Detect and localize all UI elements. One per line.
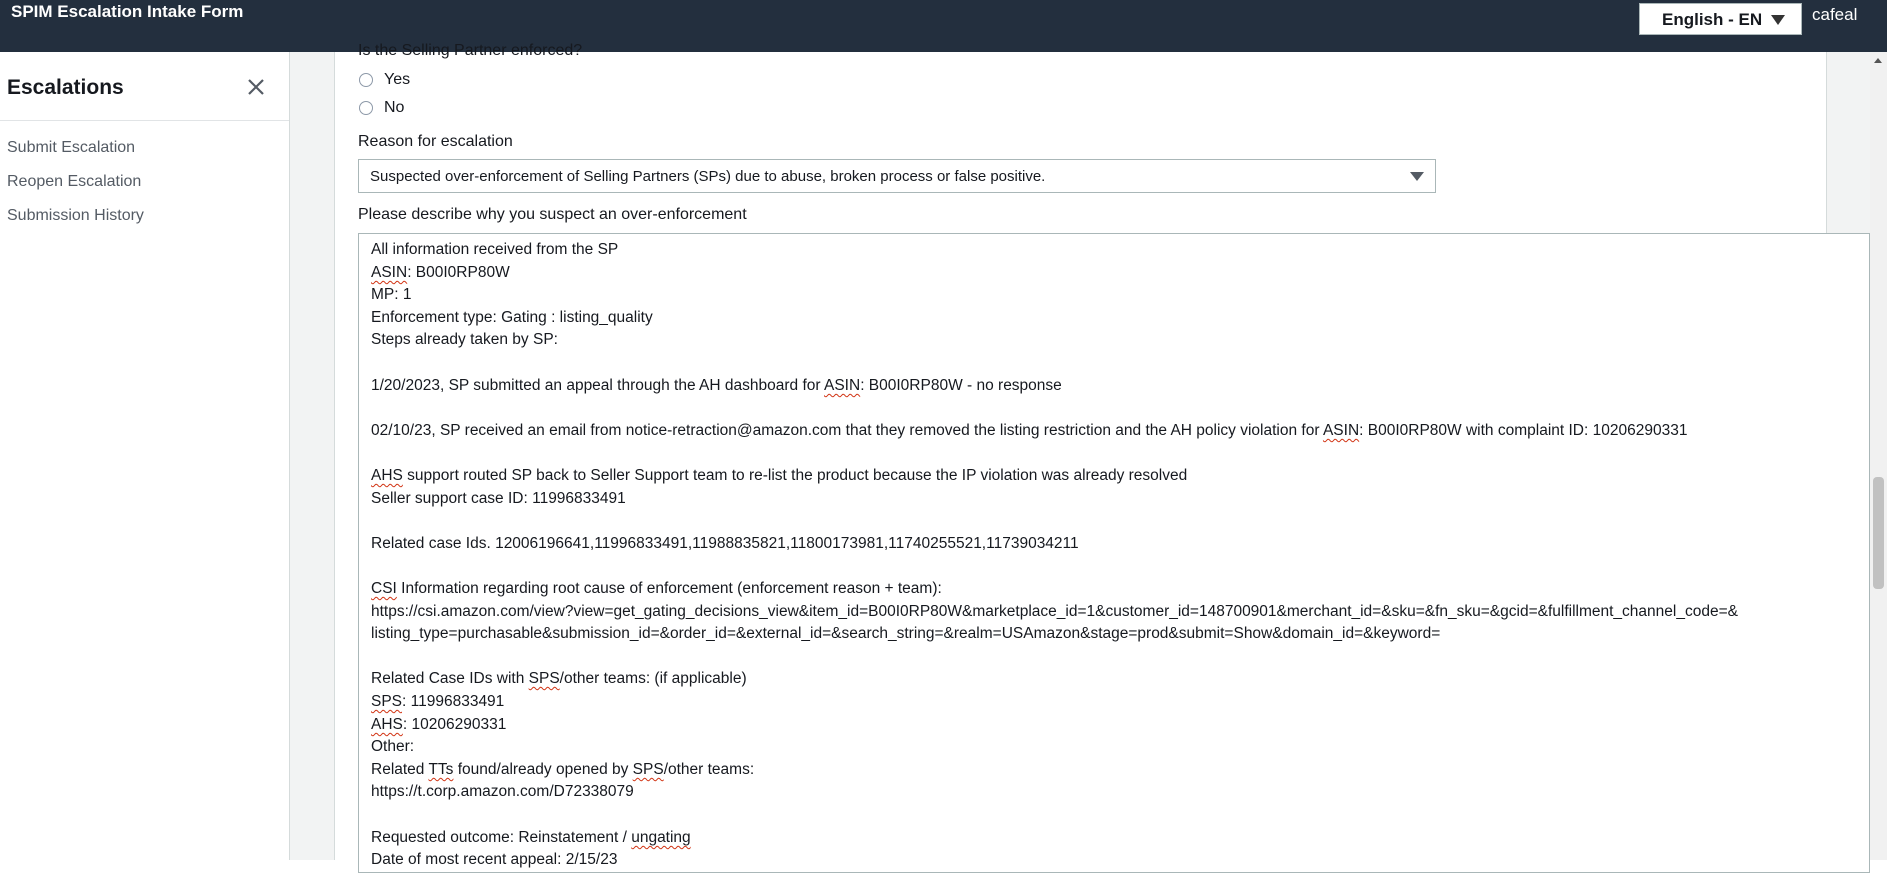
description-line: Requested outcome: Reinstatement / ungat…: [371, 829, 691, 846]
close-icon[interactable]: [245, 76, 267, 98]
spellcheck-word: SPS: [632, 761, 664, 778]
scrollbar-thumb[interactable]: [1873, 477, 1884, 589]
language-select-value: English - EN: [1662, 10, 1763, 29]
description-line: AHS support routed SP back to Seller Sup…: [371, 467, 1188, 484]
description-line: ASIN: B00I0RP80W: [371, 264, 510, 281]
sidebar: Escalations Submit Escalation Reopen Esc…: [0, 52, 290, 860]
description-line: https://t.corp.amazon.com/D72338079: [371, 783, 634, 800]
sidebar-item-submission-history[interactable]: Submission History: [7, 207, 144, 225]
spellcheck-word: ASIN: [1322, 422, 1360, 439]
description-line: 1/20/2023, SP submitted an appeal throug…: [371, 377, 1062, 394]
spellcheck-word: SPS: [528, 670, 560, 687]
spellcheck-word: ungating: [631, 829, 691, 846]
radio-no-label: No: [384, 99, 405, 116]
description-line: Related TTs found/already opened by SPS/…: [371, 761, 755, 778]
description-textarea[interactable]: All information received from the SP ASI…: [358, 233, 1870, 873]
reason-select-value: Suspected over-enforcement of Selling Pa…: [370, 168, 1046, 185]
language-select[interactable]: English - EN: [1639, 3, 1802, 35]
reason-select[interactable]: Suspected over-enforcement of Selling Pa…: [358, 159, 1436, 193]
spellcheck-word: CSI: [371, 580, 397, 597]
description-line: Steps already taken by SP:: [371, 331, 558, 348]
description-line: listing_type=purchasable&submission_id=&…: [371, 625, 1441, 642]
radio-yes-label: Yes: [384, 71, 411, 88]
top-bar: SPIM Escalation Intake Form English - EN…: [0, 0, 1887, 52]
scroll-up-icon[interactable]: [1874, 58, 1882, 63]
sidebar-item-submit-escalation[interactable]: Submit Escalation: [7, 139, 135, 157]
description-line: Related case Ids. 12006196641,1199683349…: [371, 535, 1079, 552]
spellcheck-word: AHS: [371, 467, 403, 484]
sidebar-title: Escalations: [7, 76, 124, 99]
chevron-down-icon: [1771, 15, 1785, 25]
chevron-down-icon: [1410, 172, 1424, 181]
description-line: SPS: 11996833491: [371, 693, 505, 710]
page-scrollbar[interactable]: [1870, 52, 1887, 860]
spellcheck-word: TTs: [428, 761, 454, 778]
description-line: Date of most recent appeal: 2/15/23: [371, 851, 618, 868]
description-line: All information received from the SP: [371, 241, 619, 258]
description-line: Related Case IDs with SPS/other teams: (…: [371, 670, 747, 687]
spellcheck-word: ASIN: [371, 264, 408, 281]
description-line: AHS: 10206290331: [371, 716, 507, 733]
enforced-question: Is the Selling Partner enforced?: [358, 42, 583, 59]
username[interactable]: cafeal: [1812, 5, 1857, 25]
description-line: CSI Information regarding root cause of …: [371, 580, 942, 597]
description-line: https://csi.amazon.com/view?view=get_gat…: [371, 603, 1738, 620]
description-line: 02/10/23, SP received an email from noti…: [371, 422, 1688, 439]
description-line: Other:: [371, 738, 415, 755]
description-line: Enforcement type: Gating : listing_quali…: [371, 309, 653, 326]
spellcheck-word: SPS: [371, 693, 403, 710]
sidebar-header: Escalations: [0, 52, 289, 121]
spellcheck-word: AHS: [371, 716, 403, 733]
description-label: Please describe why you suspect an over-…: [358, 206, 747, 223]
radio-yes[interactable]: [359, 73, 373, 87]
reason-label: Reason for escalation: [358, 133, 513, 150]
description-line: Seller support case ID: 11996833491: [371, 490, 626, 507]
spellcheck-word: ASIN: [824, 377, 861, 394]
sidebar-item-reopen-escalation[interactable]: Reopen Escalation: [7, 173, 141, 191]
app-title: SPIM Escalation Intake Form: [11, 2, 244, 21]
description-line: MP: 1: [371, 286, 412, 303]
radio-no[interactable]: [359, 101, 373, 115]
